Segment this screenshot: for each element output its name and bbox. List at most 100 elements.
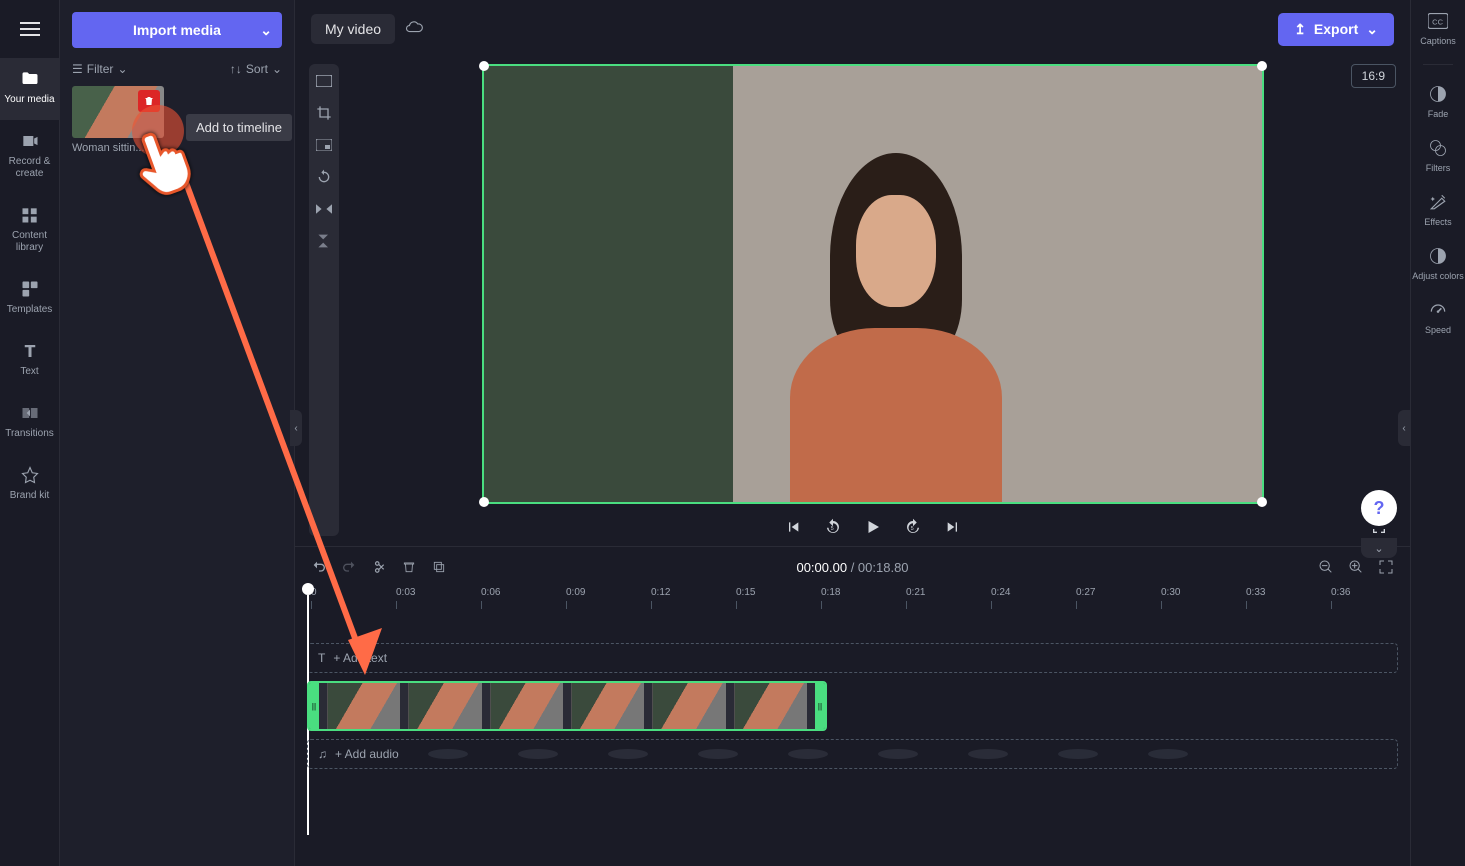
project-title-input[interactable]: My video [311, 14, 395, 44]
nav-content-library[interactable]: Content library [0, 194, 60, 268]
rail-label: Filters [1426, 163, 1451, 173]
duplicate-icon[interactable] [431, 559, 447, 575]
delete-button[interactable] [138, 90, 160, 112]
nav-record-create[interactable]: Record & create [0, 120, 60, 194]
sort-button[interactable]: ↑↓ Sort ⌄ [230, 62, 282, 76]
nav-label: Your media [4, 94, 54, 106]
effects-button[interactable]: Effects [1424, 191, 1451, 227]
nav-transitions[interactable]: Transitions [0, 392, 60, 454]
ruler-tick: 0:33 [1246, 587, 1265, 598]
speed-button[interactable]: Speed [1425, 299, 1451, 335]
pip-icon[interactable] [315, 136, 333, 154]
audio-track[interactable]: ♫ + Add audio [307, 739, 1398, 769]
zoom-fit-icon[interactable] [1378, 559, 1394, 575]
redo-icon[interactable] [341, 559, 357, 575]
playback-controls: 5 5 [349, 518, 1396, 536]
ruler-tick: 0:12 [651, 587, 670, 598]
fade-button[interactable]: Fade [1427, 83, 1449, 119]
ruler-tick: 0:36 [1331, 587, 1350, 598]
left-nav-rail: Your media Record & create Content libra… [0, 0, 60, 866]
collapse-right-panel-button[interactable]: ‹ [1398, 410, 1410, 446]
import-media-button[interactable]: Import media ⌄ [72, 12, 282, 48]
nav-your-media[interactable]: Your media [0, 58, 60, 120]
text-track[interactable]: T + Add text [307, 643, 1398, 673]
zoom-in-icon[interactable] [1348, 559, 1364, 575]
clip-frame [327, 683, 400, 729]
clip-frame [571, 683, 644, 729]
timeline-timecode: 00:00.00 / 00:18.80 [796, 560, 908, 575]
rotate-icon[interactable] [315, 168, 333, 186]
skip-end-icon[interactable] [944, 518, 962, 536]
nav-text[interactable]: Text [0, 330, 60, 392]
clip-left-handle[interactable]: || [309, 683, 319, 729]
ruler-tick: 0:21 [906, 587, 925, 598]
nav-label: Transitions [5, 428, 54, 440]
flip-h-icon[interactable] [315, 200, 333, 218]
text-track-placeholder: + Add text [333, 651, 387, 665]
canvas-toolbar [309, 64, 339, 536]
export-button[interactable]: ↥ Export ⌄ [1278, 13, 1394, 46]
timeline-ruler[interactable]: 00:030:060:090:120:150:180:210:240:270:3… [295, 587, 1410, 611]
crop-icon[interactable] [315, 104, 333, 122]
resize-handle-tr[interactable] [1257, 61, 1267, 71]
svg-text:5: 5 [910, 526, 913, 532]
flip-v-icon[interactable] [315, 232, 333, 250]
play-button[interactable] [864, 518, 882, 536]
video-subject [764, 153, 1029, 502]
zoom-out-icon[interactable] [1318, 559, 1334, 575]
nav-templates[interactable]: Templates [0, 268, 60, 330]
rail-label: Captions [1420, 36, 1456, 46]
resize-handle-tl[interactable] [479, 61, 489, 71]
help-button[interactable]: ? [1361, 490, 1397, 526]
audio-waveform-hint [428, 740, 1387, 768]
ruler-tick: 0:09 [566, 587, 585, 598]
fit-icon[interactable] [315, 72, 333, 90]
filters-button[interactable]: Filters [1426, 137, 1451, 173]
svg-text:5: 5 [830, 526, 833, 532]
timeline-tracks: T + Add text || || ♫ + Add audio [295, 611, 1410, 866]
brand-icon [19, 464, 41, 486]
sort-icon: ↑↓ [230, 62, 242, 76]
chevron-down-icon: ⌄ [117, 62, 127, 76]
split-icon[interactable] [371, 559, 387, 575]
rewind-5-icon[interactable]: 5 [824, 518, 842, 536]
timeline: 00:00.00 / 00:18.80 00:030:060:090:120:1… [295, 546, 1410, 866]
templates-icon [19, 278, 41, 300]
cloud-sync-icon[interactable] [405, 18, 423, 41]
filters-icon [1427, 137, 1449, 159]
rail-label: Effects [1424, 217, 1451, 227]
forward-5-icon[interactable]: 5 [904, 518, 922, 536]
svg-text:CC: CC [1432, 17, 1443, 26]
resize-handle-bl[interactable] [479, 497, 489, 507]
nav-label: Record & create [0, 156, 60, 180]
delete-icon[interactable] [401, 559, 417, 575]
rail-label: Adjust colors [1412, 271, 1464, 281]
ruler-tick: 0:30 [1161, 587, 1180, 598]
video-clip[interactable]: || || [307, 681, 827, 731]
nav-brand-kit[interactable]: Brand kit [0, 454, 60, 516]
fade-icon [1427, 83, 1449, 105]
ruler-tick: 0:06 [481, 587, 500, 598]
thumbnail-image [72, 86, 164, 138]
captions-button[interactable]: CC Captions [1420, 10, 1456, 46]
resize-handle-br[interactable] [1257, 497, 1267, 507]
transitions-icon [19, 402, 41, 424]
ruler-tick: 0:24 [991, 587, 1010, 598]
rail-label: Fade [1428, 109, 1449, 119]
hamburger-icon [20, 22, 40, 36]
filter-button[interactable]: ☰ Filter ⌄ [72, 62, 128, 76]
menu-button[interactable] [0, 0, 60, 58]
collapse-media-panel-button[interactable]: ‹ [290, 410, 302, 446]
contrast-icon [1427, 245, 1449, 267]
skip-start-icon[interactable] [784, 518, 802, 536]
ruler-tick: 0:18 [821, 587, 840, 598]
media-thumbnail[interactable]: Woman sittin... [72, 86, 164, 154]
preview-canvas[interactable] [482, 64, 1264, 504]
adjust-colors-button[interactable]: Adjust colors [1412, 245, 1464, 281]
total-time: 00:18.80 [858, 560, 909, 575]
clip-frame [408, 683, 481, 729]
collapse-preview-button[interactable]: ⌄ [1361, 538, 1397, 558]
filter-icon: ☰ [72, 62, 83, 76]
clip-right-handle[interactable]: || [815, 683, 825, 729]
undo-icon[interactable] [311, 559, 327, 575]
